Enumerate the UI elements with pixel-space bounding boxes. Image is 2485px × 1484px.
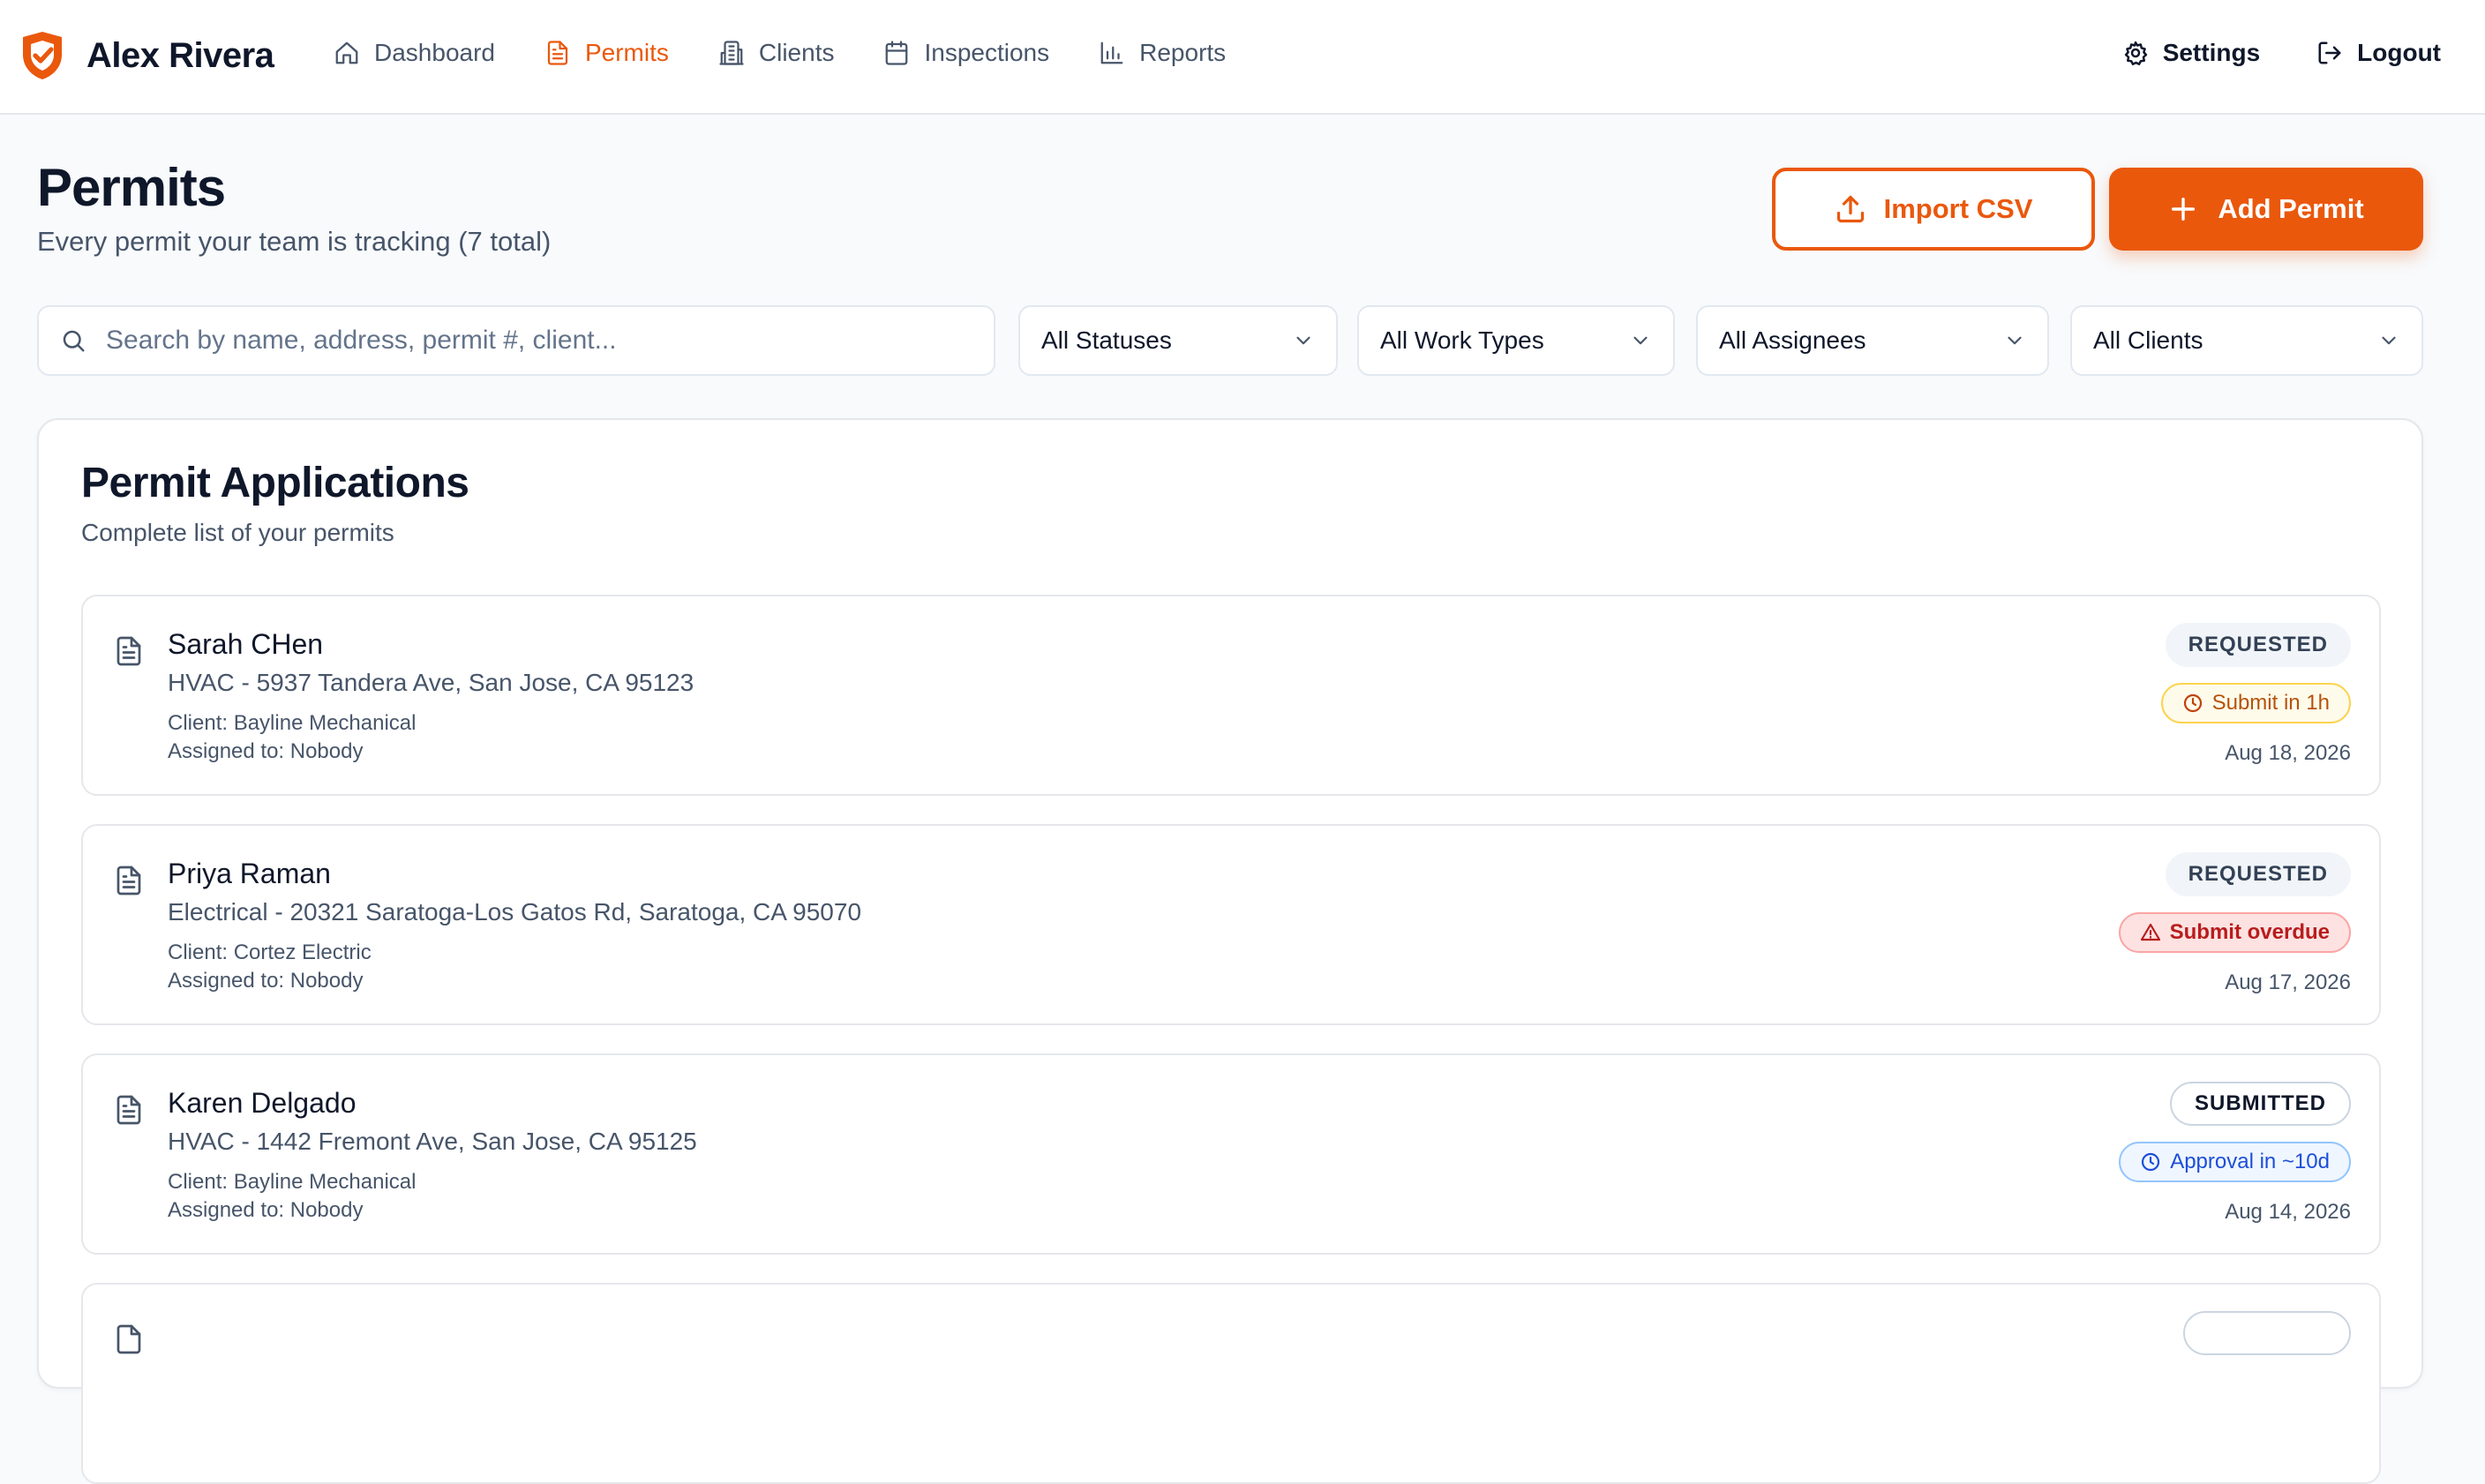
document-icon <box>116 866 141 896</box>
upload-icon <box>1836 195 1864 223</box>
settings-link[interactable]: Settings <box>2122 39 2260 67</box>
deadline-badge: Submit in 1h <box>2160 683 2351 723</box>
assignee-filter-value: All Assignees <box>1719 326 1866 354</box>
search-box[interactable] <box>37 305 995 376</box>
permit-address: Electrical - 20321 Saratoga-Los Gatos Rd… <box>168 898 862 926</box>
permit-applicant-name: Priya Raman <box>168 858 331 889</box>
home-icon <box>335 41 358 64</box>
status-badge <box>2183 1311 2351 1355</box>
permit-date: Aug 18, 2026 <box>2225 741 2351 765</box>
permit-card[interactable] <box>81 1283 2381 1484</box>
building-icon <box>719 41 744 65</box>
permit-address: HVAC - 5937 Tandera Ave, San Jose, CA 95… <box>168 669 694 696</box>
search-icon <box>63 330 85 352</box>
status-badge: REQUESTED <box>2165 623 2351 667</box>
nav-reports-label: Reports <box>1139 39 1227 66</box>
shield-check-logo-icon <box>23 32 62 79</box>
logout-label: Logout <box>2357 39 2441 66</box>
permit-client: Client: Bayline Mechanical <box>168 1170 417 1194</box>
chevron-down-icon <box>2382 336 2396 345</box>
document-icon <box>547 41 568 65</box>
permit-date: Aug 14, 2026 <box>2225 1200 2351 1224</box>
assignee-filter-select[interactable]: All Assignees <box>1696 305 2049 376</box>
status-badge: REQUESTED <box>2165 852 2351 896</box>
page-title: Permits <box>37 158 226 217</box>
panel-title: Permit Applications <box>81 460 469 506</box>
top-navigation-bar: Alex Rivera Dashboard Permits Clients In… <box>0 0 2485 115</box>
permit-applicant-name: Karen Delgado <box>168 1087 357 1119</box>
nav-clients-label: Clients <box>758 39 835 66</box>
permit-client: Client: Bayline Mechanical <box>168 711 417 735</box>
logout-icon <box>2318 41 2341 64</box>
add-permit-button[interactable]: Add Permit <box>2109 168 2423 251</box>
deadline-badge: Approval in ~10d <box>2119 1142 2351 1182</box>
deadline-label: Submit overdue <box>2169 920 2330 944</box>
import-csv-label: Import CSV <box>1883 193 2033 224</box>
nav-permits[interactable]: Permits <box>544 39 669 67</box>
permit-card[interactable]: Sarah CHen HVAC - 5937 Tandera Ave, San … <box>81 595 2381 796</box>
status-filter-select[interactable]: All Statuses <box>1018 305 1338 376</box>
nav-dashboard[interactable]: Dashboard <box>334 39 495 67</box>
gear-icon <box>2124 41 2147 65</box>
user-name: Alex Rivera <box>86 35 274 75</box>
plus-icon <box>2172 197 2196 221</box>
deadline-label: Submit in 1h <box>2211 691 2330 715</box>
nav-reports[interactable]: Reports <box>1099 39 1226 67</box>
permit-card[interactable]: Priya Raman Electrical - 20321 Saratoga-… <box>81 824 2381 1025</box>
document-icon <box>116 636 141 666</box>
nav-inspections[interactable]: Inspections <box>883 39 1049 67</box>
warning-triangle-icon <box>2140 923 2160 941</box>
nav-dashboard-label: Dashboard <box>374 39 495 66</box>
logout-link[interactable]: Logout <box>2316 39 2441 67</box>
import-csv-button[interactable]: Import CSV <box>1772 168 2095 251</box>
top-actions: Settings Logout <box>2066 39 2441 67</box>
nav-clients[interactable]: Clients <box>718 39 835 67</box>
page-subtitle: Every permit your team is tracking (7 to… <box>37 226 552 257</box>
work-type-filter-value: All Work Types <box>1380 326 1544 354</box>
permit-assignee: Assigned to: Nobody <box>168 1198 364 1222</box>
main-nav: Dashboard Permits Clients Inspections Re… <box>334 39 1275 67</box>
clock-icon <box>2142 1152 2160 1172</box>
status-filter-value: All Statuses <box>1041 326 1172 354</box>
nav-inspections-label: Inspections <box>924 39 1050 66</box>
panel-subtitle: Complete list of your permits <box>81 519 394 546</box>
bar-chart-icon <box>1100 41 1123 64</box>
chevron-down-icon <box>1296 336 1310 345</box>
calendar-icon <box>886 41 908 65</box>
permit-client: Client: Cortez Electric <box>168 941 372 964</box>
client-filter-value: All Clients <box>2093 326 2203 354</box>
add-permit-label: Add Permit <box>2218 193 2364 224</box>
deadline-label: Approval in ~10d <box>2170 1150 2330 1173</box>
nav-permits-label: Permits <box>584 39 669 66</box>
chevron-down-icon <box>1633 336 1648 345</box>
permit-assignee: Assigned to: Nobody <box>168 969 364 993</box>
permit-applicant-name: Sarah CHen <box>168 628 324 660</box>
document-icon <box>116 1324 141 1354</box>
permit-date: Aug 17, 2026 <box>2225 971 2351 994</box>
brand[interactable]: Alex Rivera <box>18 30 274 81</box>
clock-icon <box>2183 693 2202 713</box>
work-type-filter-select[interactable]: All Work Types <box>1357 305 1675 376</box>
permit-address: HVAC - 1442 Fremont Ave, San Jose, CA 95… <box>168 1128 697 1155</box>
permit-applications-panel: Permit Applications Complete list of you… <box>37 418 2423 1484</box>
settings-label: Settings <box>2162 39 2261 66</box>
client-filter-select[interactable]: All Clients <box>2070 305 2423 376</box>
status-badge: SUBMITTED <box>2170 1082 2351 1126</box>
document-icon <box>116 1095 141 1125</box>
permit-card[interactable]: Karen Delgado HVAC - 1442 Fremont Ave, S… <box>81 1053 2381 1255</box>
search-input[interactable] <box>106 326 971 356</box>
chevron-down-icon <box>2008 336 2022 345</box>
permit-assignee: Assigned to: Nobody <box>168 739 364 763</box>
deadline-badge: Submit overdue <box>2118 912 2351 953</box>
